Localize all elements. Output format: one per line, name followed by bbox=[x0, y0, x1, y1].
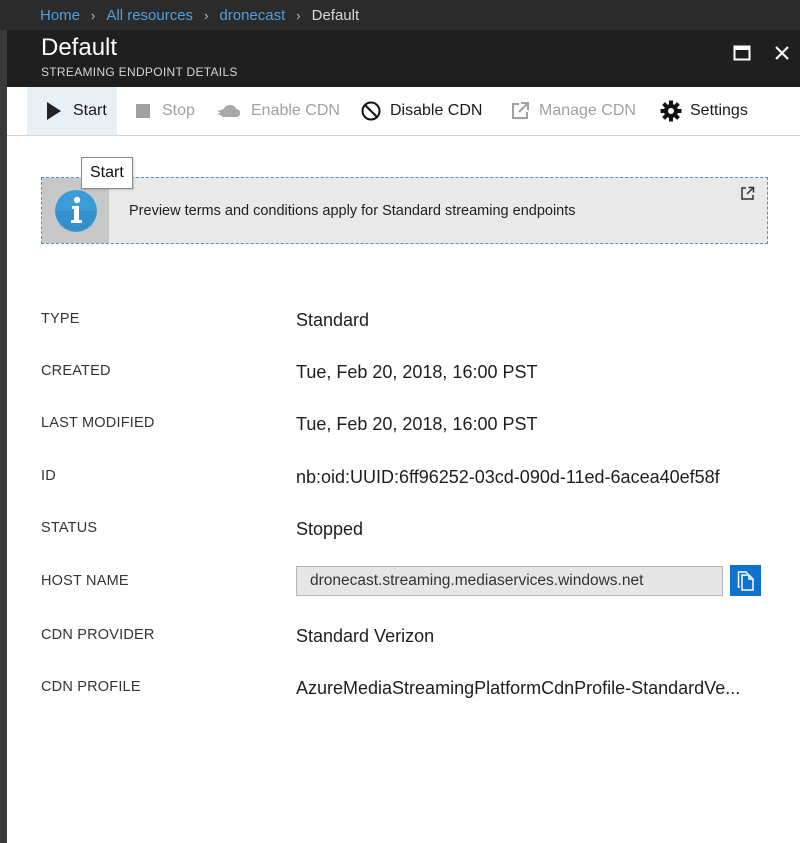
settings-label: Settings bbox=[690, 102, 748, 119]
last-modified-value: Tue, Feb 20, 2018, 16:00 PST bbox=[296, 414, 538, 434]
type-value: Standard bbox=[296, 310, 370, 330]
blade-header: Default STREAMING ENDPOINT DETAILS bbox=[7, 30, 800, 87]
maximize-icon bbox=[733, 45, 751, 61]
breadcrumb-current: Default bbox=[311, 6, 360, 24]
manage-cdn-button[interactable]: Manage CDN bbox=[509, 87, 636, 135]
id-label: ID bbox=[41, 468, 56, 484]
enable-cdn-label: Enable CDN bbox=[251, 102, 340, 119]
host-name-label: HOST NAME bbox=[41, 573, 129, 589]
external-link-icon bbox=[509, 100, 531, 122]
page-title: Default bbox=[41, 34, 118, 61]
page-subtitle: STREAMING ENDPOINT DETAILS bbox=[41, 65, 238, 79]
breadcrumb-home[interactable]: Home bbox=[40, 7, 80, 24]
created-label: CREATED bbox=[41, 363, 111, 379]
close-button[interactable] bbox=[767, 38, 797, 68]
cdn-provider-value: Standard Verizon bbox=[296, 626, 435, 646]
start-button[interactable]: Start bbox=[27, 87, 117, 135]
disable-cdn-button[interactable]: Disable CDN bbox=[360, 87, 482, 135]
info-banner-link[interactable] bbox=[740, 186, 755, 206]
copy-icon bbox=[737, 570, 754, 591]
cdn-provider-label: CDN PROVIDER bbox=[41, 627, 155, 643]
host-name-value: dronecast.streaming.mediaservices.window… bbox=[310, 572, 644, 589]
copy-button[interactable] bbox=[730, 565, 761, 596]
cdn-profile-label: CDN PROFILE bbox=[41, 679, 141, 695]
stop-icon bbox=[132, 100, 154, 122]
manage-cdn-label: Manage CDN bbox=[539, 102, 636, 119]
external-link-icon bbox=[741, 186, 755, 200]
play-icon bbox=[43, 100, 65, 122]
stop-button[interactable]: Stop bbox=[132, 87, 195, 135]
info-icon bbox=[54, 189, 97, 232]
host-name-field[interactable]: dronecast.streaming.mediaservices.window… bbox=[296, 566, 723, 596]
command-bar: Start Stop Enable CDN Disable CDN Manage… bbox=[7, 87, 800, 136]
status-label: STATUS bbox=[41, 520, 98, 536]
id-value[interactable]: nb:oid:UUID:6ff96252-03cd-090d-11ed-6ace… bbox=[296, 467, 720, 488]
maximize-button[interactable] bbox=[727, 38, 757, 68]
enable-cdn-button[interactable]: Enable CDN bbox=[217, 87, 340, 135]
breadcrumb: Home › All resources › dronecast › Defau… bbox=[0, 0, 800, 30]
last-modified-label: LAST MODIFIED bbox=[41, 415, 155, 431]
type-label: TYPE bbox=[41, 311, 80, 327]
breadcrumb-dronecast[interactable]: dronecast bbox=[219, 7, 285, 24]
status-value: Stopped bbox=[296, 519, 364, 539]
start-label: Start bbox=[73, 102, 107, 119]
ban-icon bbox=[360, 100, 382, 122]
chevron-right-icon: › bbox=[296, 7, 301, 23]
cloud-cdn-icon bbox=[217, 100, 243, 122]
breadcrumb-all-resources[interactable]: All resources bbox=[106, 7, 193, 24]
chevron-right-icon: › bbox=[91, 7, 96, 23]
cdn-profile-value: AzureMediaStreamingPlatformCdnProfile-St… bbox=[296, 678, 741, 698]
chevron-right-icon: › bbox=[204, 7, 209, 23]
disable-cdn-label: Disable CDN bbox=[390, 102, 483, 119]
info-banner-text: Preview terms and conditions apply for S… bbox=[129, 203, 576, 219]
settings-button[interactable]: Settings bbox=[660, 87, 748, 135]
info-banner[interactable]: Preview terms and conditions apply for S… bbox=[41, 177, 768, 244]
close-icon bbox=[775, 46, 789, 60]
blade-left-edge bbox=[0, 30, 7, 843]
stop-label: Stop bbox=[162, 102, 195, 119]
created-value: Tue, Feb 20, 2018, 16:00 PST bbox=[296, 362, 538, 382]
start-tooltip: Start bbox=[81, 157, 133, 189]
gear-icon bbox=[660, 100, 682, 122]
